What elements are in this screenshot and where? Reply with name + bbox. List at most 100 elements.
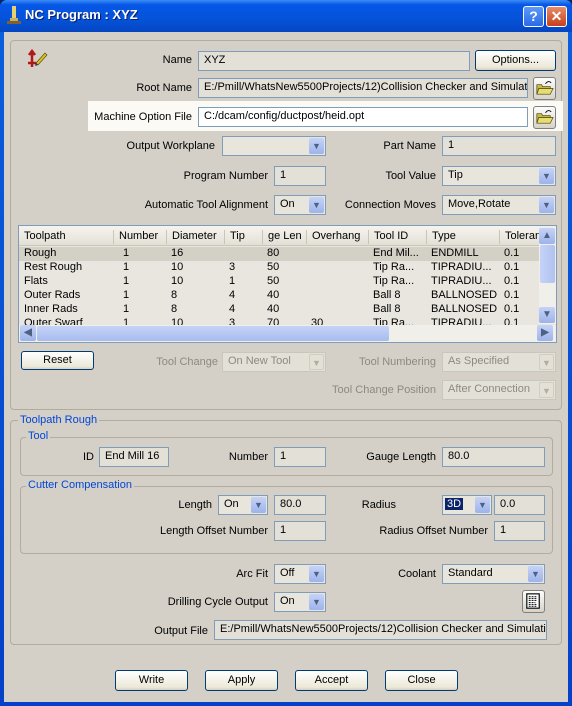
close-button[interactable]: Close [385,670,458,691]
output-file-label: Output File [154,625,208,637]
chevron-down-icon[interactable]: ▼ [309,594,324,610]
length-mode-value: On [224,498,239,510]
column-header[interactable]: Toleran [499,230,541,244]
table-cell: 0.1 [504,247,520,259]
open-folder-icon [536,110,554,124]
root-name-label: Root Name [136,82,192,94]
coolant-label: Coolant [398,568,436,580]
table-cell: ENDMILL [431,247,479,259]
column-header[interactable]: Tool ID [368,230,408,244]
column-header[interactable]: Diameter [166,230,217,244]
table-cell: TIPRADIU... [431,261,492,273]
horizontal-scrollbar[interactable]: ◀ ▶ [19,325,556,342]
chevron-down-icon[interactable]: ▼ [539,197,554,213]
tool-number-field[interactable]: 1 [274,447,326,467]
browse-machine-option-button[interactable] [533,106,556,129]
connection-moves-select[interactable]: Move,Rotate ▼ [442,195,556,215]
chevron-down-icon[interactable]: ▼ [475,497,490,513]
chevron-down-icon[interactable]: ▼ [309,197,324,213]
machine-option-file-field[interactable]: C:/dcam/config/ductpost/heid.opt [198,107,528,127]
table-cell: TIPRADIU... [431,275,492,287]
document-list-icon [526,593,540,609]
table-cell: BALLNOSED [431,289,498,301]
radius-offset-number-label: Radius Offset Number [379,525,488,537]
edit-drilling-button[interactable] [522,590,545,613]
radius-offset-number-field[interactable]: 1 [494,521,545,541]
column-header[interactable]: ge Len [262,230,302,244]
chevron-down-icon[interactable]: ▼ [309,138,324,154]
table-cell: 8 [171,303,178,315]
drilling-cycle-output-select[interactable]: On ▼ [274,592,326,612]
table-cell: 40 [267,289,280,301]
column-header[interactable]: Overhang [306,230,360,244]
table-row[interactable]: Rough 1 16 80 End Mil... ENDMILL 0.1 [19,247,539,261]
radius-value-field[interactable]: 0.0 [494,495,545,515]
connection-moves-value: Move,Rotate [448,198,511,210]
chevron-down-icon: ▼ [539,382,554,398]
write-button[interactable]: Write [115,670,188,691]
scroll-down-icon[interactable]: ▼ [539,307,555,323]
tool-value-select[interactable]: Tip ▼ [442,166,556,186]
table-row[interactable]: Outer Rads 1 8 4 40 Ball 8 BALLNOSED 0.1 [19,289,539,303]
help-button[interactable]: ? [523,6,544,27]
automatic-tool-alignment-label: Automatic Tool Alignment [144,199,268,211]
chevron-down-icon[interactable]: ▼ [251,497,266,513]
toolpath-table[interactable]: Toolpath Number Diameter Tip ge Len Over… [18,225,557,343]
scroll-left-icon[interactable]: ◀ [20,325,36,341]
vertical-scroll-thumb[interactable] [540,245,555,283]
table-cell: 10 [171,275,184,287]
scroll-up-icon[interactable]: ▲ [539,228,555,244]
vertical-scrollbar[interactable]: ▲ ▼ [539,226,556,324]
table-row[interactable]: Flats 1 10 1 50 Tip Ra... TIPRADIU... 0.1 [19,275,539,289]
browse-root-button[interactable] [533,77,556,100]
table-row[interactable]: Inner Rads 1 8 4 40 Ball 8 BALLNOSED 0.1 [19,303,539,317]
column-header[interactable]: Toolpath [19,230,66,244]
tool-change-position-select: After Connection ▼ [442,380,556,400]
accept-button[interactable]: Accept [295,670,368,691]
tool-numbering-value: As Specified [448,355,510,367]
output-file-field[interactable]: E:/Pmill/WhatsNew5500Projects/12)Collisi… [214,620,547,640]
part-name-field[interactable]: 1 [442,136,556,156]
reset-button[interactable]: Reset [21,351,94,370]
connection-moves-label: Connection Moves [344,199,436,211]
table-cell: 0.1 [504,303,520,315]
name-label: Name [162,54,192,66]
length-label: Length [178,499,212,511]
title-bar[interactable]: NC Program : XYZ ? ✕ [0,0,572,32]
output-workplane-select[interactable]: ▼ [222,136,326,156]
tool-change-select: On New Tool ▼ [222,352,326,372]
tool-change-position-value: After Connection [448,383,530,395]
name-field[interactable]: XYZ [198,51,470,71]
column-header[interactable]: Type [426,230,456,244]
tool-id-field[interactable]: End Mill 16 [99,447,169,467]
table-row[interactable]: Rest Rough 1 10 3 50 Tip Ra... TIPRADIU... 0.1 [19,261,539,275]
length-mode-select[interactable]: On ▼ [218,495,268,515]
column-header[interactable]: Tip [224,230,245,244]
coolant-select[interactable]: Standard ▼ [442,564,545,584]
tool-change-value: On New Tool [228,355,291,367]
table-cell: Ball 8 [373,289,401,301]
length-offset-number-field[interactable]: 1 [274,521,326,541]
table-cell: 1 [123,303,130,315]
chevron-down-icon[interactable]: ▼ [309,566,324,582]
scroll-right-icon[interactable]: ▶ [537,325,553,341]
program-number-field[interactable]: 1 [274,166,326,186]
length-value-field[interactable]: 80.0 [274,495,326,515]
arc-fit-select[interactable]: Off ▼ [274,564,326,584]
table-cell: 50 [267,275,280,287]
automatic-tool-alignment-select[interactable]: On ▼ [274,195,326,215]
length-offset-number-label: Length Offset Number [159,525,268,537]
chevron-down-icon[interactable]: ▼ [539,168,554,184]
root-name-field[interactable]: E:/Pmill/WhatsNew5500Projects/12)Collisi… [198,78,528,98]
apply-button[interactable]: Apply [205,670,278,691]
arc-fit-value: Off [280,567,295,579]
options-button[interactable]: Options... [475,50,556,71]
horizontal-scroll-thumb[interactable] [37,326,389,341]
gauge-length-field[interactable]: 80.0 [442,447,545,467]
column-header[interactable]: Number [113,230,158,244]
close-window-button[interactable]: ✕ [546,6,567,27]
program-number-label: Program Number [183,170,268,182]
chevron-down-icon[interactable]: ▼ [528,566,543,582]
table-cell: Rough [24,247,57,259]
radius-mode-select[interactable]: 3D ▼ [442,495,492,515]
